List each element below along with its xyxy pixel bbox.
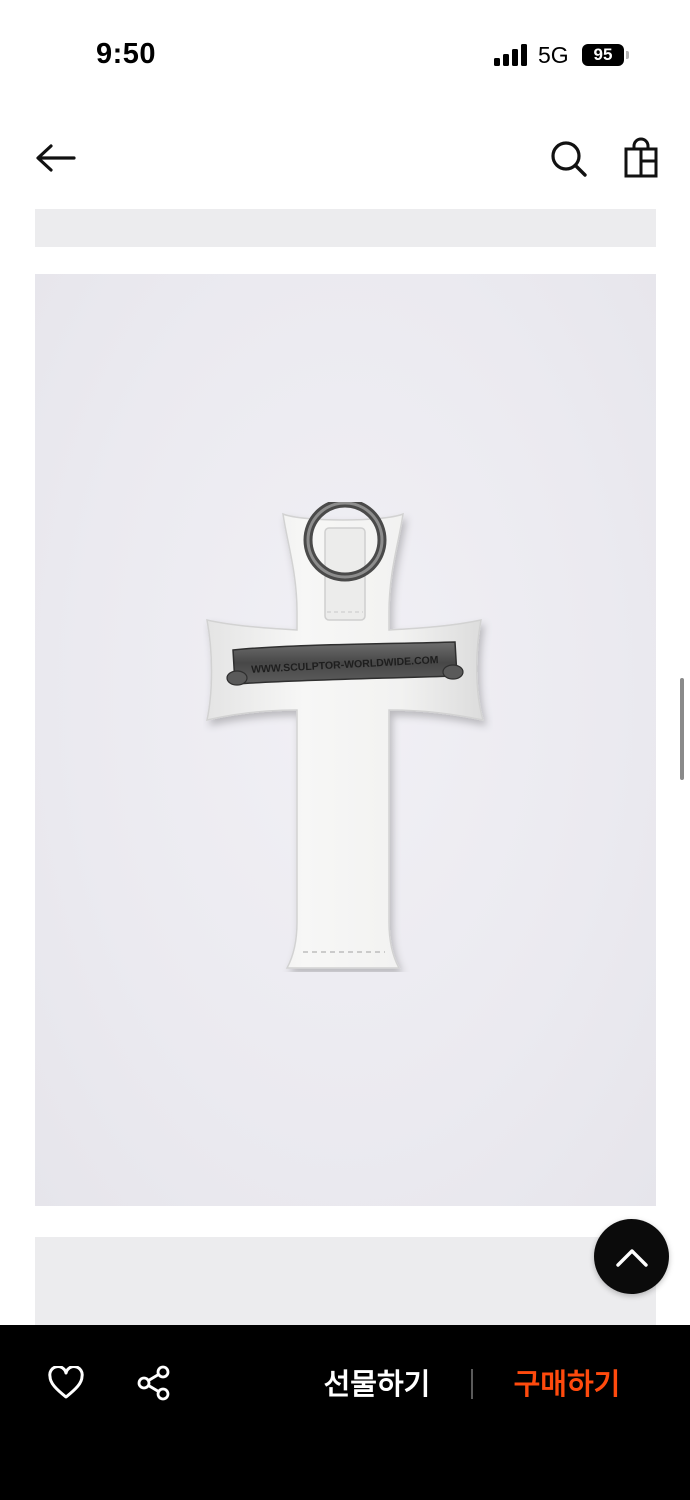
product-image-next — [35, 1237, 656, 1325]
gift-button[interactable]: 선물하기 — [310, 1361, 444, 1407]
product-image-previous — [35, 209, 656, 247]
scroll-top-button[interactable] — [594, 1219, 669, 1294]
status-time: 9:50 — [96, 38, 157, 70]
scrollbar[interactable] — [680, 678, 684, 780]
like-button[interactable] — [44, 1361, 88, 1405]
cart-button[interactable] — [618, 134, 664, 182]
share-icon — [137, 1365, 170, 1401]
buy-button[interactable]: 구매하기 — [500, 1361, 634, 1407]
product-image: WWW.SCULPTOR-WORLDWIDE.COM — [35, 274, 656, 1206]
search-button[interactable] — [546, 136, 592, 182]
back-button[interactable] — [28, 135, 84, 181]
action-divider — [471, 1369, 473, 1399]
battery-icon: 95 — [582, 44, 624, 66]
chevron-up-icon — [615, 1248, 648, 1267]
product-detail-content[interactable]: WWW.SCULPTOR-WORLDWIDE.COM — [0, 205, 690, 1325]
arrow-left-icon — [36, 144, 76, 172]
bottom-action-bar: 선물하기 구매하기 — [0, 1325, 690, 1500]
cross-keyring: WWW.SCULPTOR-WORLDWIDE.COM — [203, 498, 493, 972]
heart-icon — [48, 1366, 84, 1399]
shopping-bag-icon — [624, 137, 658, 178]
share-button[interactable] — [132, 1361, 176, 1405]
battery-cap — [626, 51, 629, 59]
signal-icon — [494, 44, 528, 66]
search-icon — [551, 141, 587, 177]
network-type: 5G — [538, 42, 569, 68]
status-bar: 9:50 5G 95 — [0, 0, 690, 110]
